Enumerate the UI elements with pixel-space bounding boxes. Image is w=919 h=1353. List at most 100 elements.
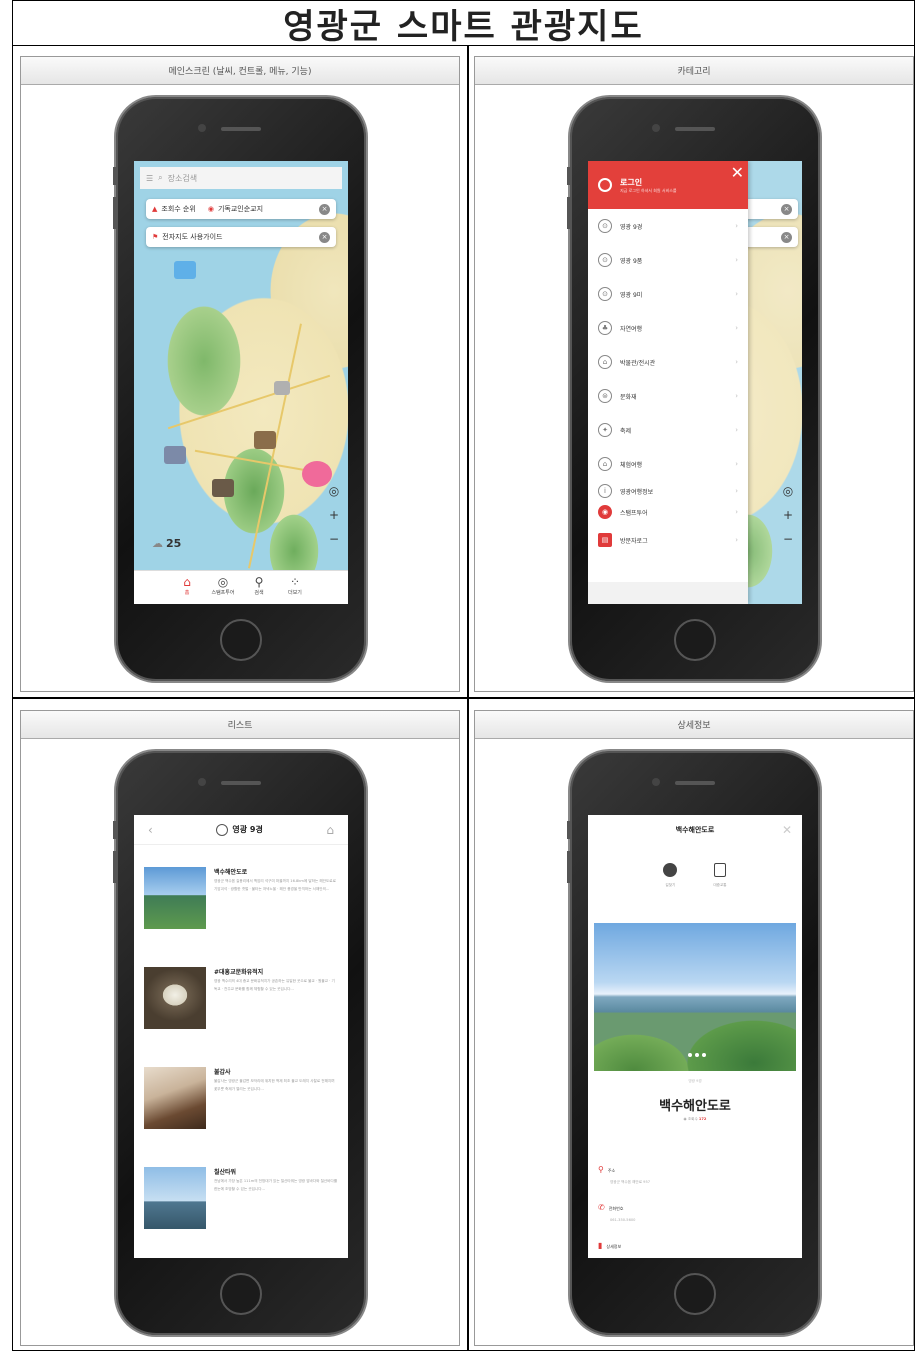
thumbnail <box>144 967 206 1029</box>
list-screen: ‹ 영광 9경 ⌂ 백수해안도로 영광군 백수읍 길용리에서 백암리 석구미 마… <box>134 815 348 1258</box>
pin-icon: ◉ <box>207 205 214 213</box>
phone-frame: × × ◎ + − 로그인 지금 로그인 하셔서 회원 서비스를 ✕ ⊙ 영광 … <box>567 97 820 681</box>
directions-button[interactable]: 길찾기 <box>663 863 678 888</box>
close-icon[interactable]: ✕ <box>782 823 792 837</box>
nav-more[interactable]: ⁘ 더보기 <box>283 575 307 604</box>
chevron-right-icon: › <box>735 508 738 516</box>
menu-item[interactable]: ⌂ 체험여행 › <box>588 447 748 481</box>
nav-label: 홈 <box>184 590 190 596</box>
detail-category: 영광 9경 <box>688 1079 702 1083</box>
menu-item[interactable]: ⊜ 문화재 › <box>588 379 748 413</box>
panel-header: 상세정보 <box>475 711 913 739</box>
phone-side-button <box>113 821 116 839</box>
drawer-header[interactable]: 로그인 지금 로그인 하셔서 회원 서비스를 ✕ <box>588 161 748 209</box>
home-button[interactable] <box>220 1273 262 1315</box>
menu-label: 축제 <box>620 427 632 435</box>
tree-icon: ♣ <box>598 321 612 335</box>
close-icon[interactable]: × <box>319 231 330 243</box>
panel-detail: 상세정보 백수해안도로 ✕ 길찾기 대중교통 영광 9경 백수해안도로 ◉ 조회… <box>474 710 914 1346</box>
home-icon: ⌂ <box>183 575 191 589</box>
panel-header: 카테고리 <box>475 57 913 85</box>
nav-label: 스탬프투어 <box>211 590 235 596</box>
panel-main: 메인스크린 (날씨, 컨트롤, 메뉴, 기능) ☰ ⌕ 장소검색 ▲ 조회수 순… <box>20 56 460 692</box>
info-icon: i <box>598 484 612 498</box>
location-icon: ⚲ <box>254 575 264 589</box>
home-button[interactable] <box>674 1273 716 1315</box>
chip-guide[interactable]: ⚑ 전자지도 사용가이드 × <box>146 227 336 247</box>
gps-icon: ◎ <box>782 484 794 498</box>
temperature: 25 <box>166 537 182 550</box>
menu-item[interactable]: ✦ 축제 › <box>588 413 748 447</box>
list-item[interactable]: 불갑사 불갑사는 영광군 불갑면 모악리에 위치한 백제 최초 불교 도래지 사… <box>144 1067 340 1137</box>
user-icon <box>598 178 612 192</box>
zoom-out-button[interactable]: − <box>326 531 342 547</box>
carousel-dots[interactable] <box>688 1053 706 1057</box>
menu-item[interactable]: ▤ 방문자로그 › <box>588 523 748 557</box>
close-icon[interactable]: ✕ <box>731 163 744 182</box>
search-bar[interactable]: ☰ ⌕ 장소검색 <box>140 167 342 189</box>
menu-label: 방문자로그 <box>620 537 648 545</box>
list-header: ‹ 영광 9경 ⌂ <box>134 815 348 845</box>
menu-item[interactable]: ⊙ 영광 9경 › <box>588 209 748 243</box>
detail-photo[interactable] <box>594 923 796 1071</box>
panel-category: 카테고리 × × ◎ + − 로그인 지금 로그인 하셔서 회원 서비스를 ✕ … <box>474 56 914 692</box>
camera-icon <box>198 778 206 786</box>
home-icon[interactable]: ⌂ <box>326 823 334 837</box>
gps-icon[interactable]: ◎ <box>326 483 342 499</box>
list-item[interactable]: 칠산타워 전남에서 가장 높은 111m의 전망대가 있는 칠산타워는 영광 앞… <box>144 1167 340 1237</box>
row-value: 061-350-5600 <box>610 1218 636 1222</box>
phone-frame: 백수해안도로 ✕ 길찾기 대중교통 영광 9경 백수해안도로 ◉ 조회수 172… <box>567 751 820 1335</box>
category-icon <box>216 823 229 836</box>
menu-item[interactable]: ⊙ 영광 9품 › <box>588 243 748 277</box>
chip-ranking[interactable]: ▲ 조회수 순위 ◉ 기독교인순교지 × <box>146 199 336 219</box>
search-icon: ⌕ <box>158 173 163 182</box>
detail-views: ◉ 조회수 172 <box>588 1117 802 1122</box>
list-item[interactable]: #대흥교문화유적지 영광 백수리의 4대 종교 문화유적지가 공존하는 유일한 … <box>144 967 340 1037</box>
chevron-right-icon: › <box>735 426 738 434</box>
page-title: 영광군 스마트 관광지도 <box>12 0 915 47</box>
home-button[interactable] <box>220 619 262 661</box>
item-desc: 전남에서 가장 높은 111m의 전망대가 있는 칠산타워는 영광 앞바다와 칠… <box>214 1179 338 1191</box>
home-button[interactable] <box>674 619 716 661</box>
menu-item[interactable]: i 영광여행정보 › <box>588 481 748 501</box>
chevron-right-icon: › <box>735 487 738 495</box>
nav-stamp[interactable]: ◎ 스탬프투어 <box>211 575 235 604</box>
weather-widget[interactable]: ☁ 25 <box>152 537 181 550</box>
list-item[interactable]: 백수해안도로 영광군 백수읍 길용리에서 백암리 석구미 마을까지 16.8km… <box>144 867 340 937</box>
menu-item[interactable]: ⊙ 영광 9미 › <box>588 277 748 311</box>
chevron-right-icon: › <box>735 358 738 366</box>
landmark-icon[interactable] <box>274 381 290 395</box>
landmark-icon[interactable] <box>164 446 186 464</box>
stamp-icon: ◎ <box>217 575 229 589</box>
menu-icon[interactable]: ☰ <box>146 174 153 183</box>
landmark-icon[interactable] <box>174 261 196 279</box>
nav-search[interactable]: ⚲ 검색 <box>247 575 271 604</box>
experience-icon: ⌂ <box>598 457 612 471</box>
menu-label: 영광여행정보 <box>620 488 654 496</box>
chip-label: 조회수 순위 <box>161 205 196 213</box>
login-title[interactable]: 로그인 <box>620 177 677 188</box>
item-desc: 영광 백수리의 4대 종교 문화유적지가 공존하는 유일한 곳으로 불교 · 원… <box>214 979 335 991</box>
back-icon[interactable]: ‹ <box>148 823 153 837</box>
transit-button[interactable]: 대중교통 <box>713 863 727 888</box>
row-label: 주소 <box>607 1168 616 1173</box>
info-icon: ▮ <box>598 1241 603 1250</box>
detail-header-title: 백수해안도로 <box>675 826 715 834</box>
menu-item[interactable]: ♣ 자연여행 › <box>588 311 748 345</box>
menu-item[interactable]: ◉ 스탬프투어 › <box>588 501 748 523</box>
detail-header: 백수해안도로 ✕ <box>588 815 802 845</box>
detail-phone[interactable]: ✆ 전화번호 061-350-5600 <box>598 1203 635 1222</box>
menu-label: 자연여행 <box>620 325 643 333</box>
thumbnail <box>144 867 206 929</box>
action-label: 대중교통 <box>713 883 727 887</box>
login-subtitle: 지금 로그인 하셔서 회원 서비스를 <box>620 187 677 193</box>
landmark-icon[interactable] <box>254 431 276 449</box>
search-input[interactable]: 장소검색 <box>168 173 197 184</box>
landmark-icon[interactable] <box>212 479 234 497</box>
zoom-in-button[interactable]: + <box>326 507 342 523</box>
zoom-out-button: − <box>782 532 794 546</box>
location-icon: ⚲ <box>598 1165 604 1174</box>
close-icon[interactable]: × <box>319 203 330 215</box>
menu-item[interactable]: ⌂ 박물관/전시관 › <box>588 345 748 379</box>
nav-home[interactable]: ⌂ 홈 <box>175 575 199 604</box>
